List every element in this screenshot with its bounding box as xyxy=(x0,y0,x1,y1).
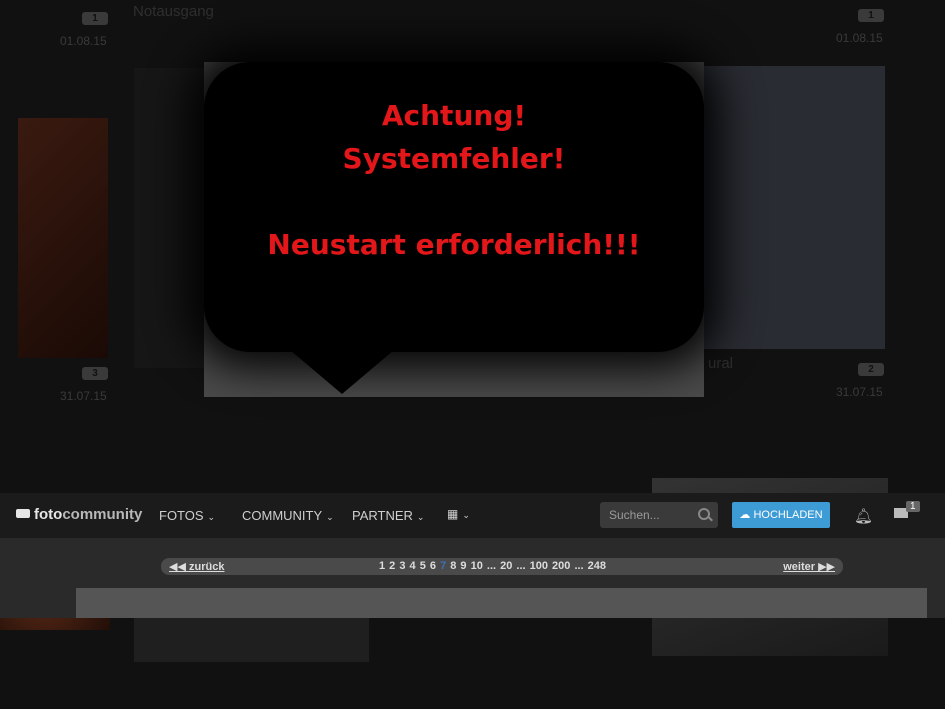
nav-community[interactable]: COMMUNITY ⌄ xyxy=(242,508,334,523)
photo-title: ural xyxy=(708,355,734,372)
error-speech-bubble: Achtung! Systemfehler! Neustart erforder… xyxy=(204,62,704,352)
content-strip xyxy=(76,588,927,618)
prev-page-link[interactable]: ◀◀ zurück xyxy=(169,560,224,573)
nav-partner-label: PARTNER xyxy=(352,508,413,523)
photo-date: 31.07.15 xyxy=(836,385,883,399)
nav-apps-menu[interactable]: ▦ ⌄ xyxy=(447,506,470,521)
upload-label: HOCHLADEN xyxy=(753,509,823,521)
page-numbers[interactable]: 1 2 3 4 5 6 7 8 9 10 ... 20 ... 100 200 … xyxy=(379,560,606,572)
messages-count-badge: 1 xyxy=(906,501,920,512)
next-page-link[interactable]: weiter ▶▶ xyxy=(783,560,835,573)
comment-count-badge: 3 xyxy=(82,367,108,380)
restart-message: Neustart erforderlich!!! xyxy=(267,228,641,261)
thumbnail xyxy=(134,68,204,368)
cloud-icon: ☁ xyxy=(739,509,751,521)
thumbnail xyxy=(704,66,885,349)
comment-count-badge: 1 xyxy=(82,12,108,25)
current-page: 7 xyxy=(440,560,447,572)
photo-title: Notausgang xyxy=(133,3,214,20)
photo-date: 01.08.15 xyxy=(836,31,883,45)
nav-fotos[interactable]: FOTOS ⌄ xyxy=(159,508,215,523)
error-message: Systemfehler! xyxy=(342,142,566,175)
upload-button[interactable]: ☁ HOCHLADEN xyxy=(732,502,830,528)
bell-icon[interactable]: 🔔︎ xyxy=(854,507,873,525)
search-icon[interactable] xyxy=(698,508,710,520)
grid-icon: ▦ xyxy=(447,507,459,521)
prev-label: zurück xyxy=(188,561,225,573)
logo-text-foto: foto xyxy=(34,506,63,523)
page-links-before[interactable]: 1 2 3 4 5 6 xyxy=(379,560,436,572)
error-heading: Achtung! xyxy=(381,99,527,132)
next-label: weiter xyxy=(783,561,816,573)
search-input[interactable] xyxy=(600,502,699,528)
photo-date: 31.07.15 xyxy=(60,389,107,403)
logo-text-community: community xyxy=(62,506,143,523)
chevron-down-icon: ⌄ xyxy=(326,512,334,522)
camera-icon xyxy=(16,509,30,518)
comment-count-badge: 2 xyxy=(858,363,884,376)
nav-partner[interactable]: PARTNER ⌄ xyxy=(352,508,424,523)
chevron-down-icon: ⌄ xyxy=(207,512,216,522)
page-links-after[interactable]: 8 9 10 ... 20 ... 100 200 ... 248 xyxy=(450,560,606,572)
top-navbar: fotocommunity FOTOS ⌄ COMMUNITY ⌄ PARTNER ⌄… xyxy=(0,493,945,538)
search-box xyxy=(600,502,718,528)
comment-count-badge: 1 xyxy=(858,9,884,22)
nav-fotos-label: FOTOS xyxy=(159,508,204,523)
chevron-down-icon: ⌄ xyxy=(462,510,470,520)
nav-community-label: COMMUNITY xyxy=(242,508,323,523)
thumbnail xyxy=(18,118,108,358)
pagination: ◀◀ zurück 1 2 3 4 5 6 7 8 9 10 ... 20 ..… xyxy=(161,558,843,575)
fotocommunity-logo[interactable]: fotocommunity xyxy=(16,506,142,523)
speech-bubble-tail xyxy=(290,350,394,394)
photo-date: 01.08.15 xyxy=(60,34,107,48)
chevron-down-icon: ⌄ xyxy=(416,512,425,522)
